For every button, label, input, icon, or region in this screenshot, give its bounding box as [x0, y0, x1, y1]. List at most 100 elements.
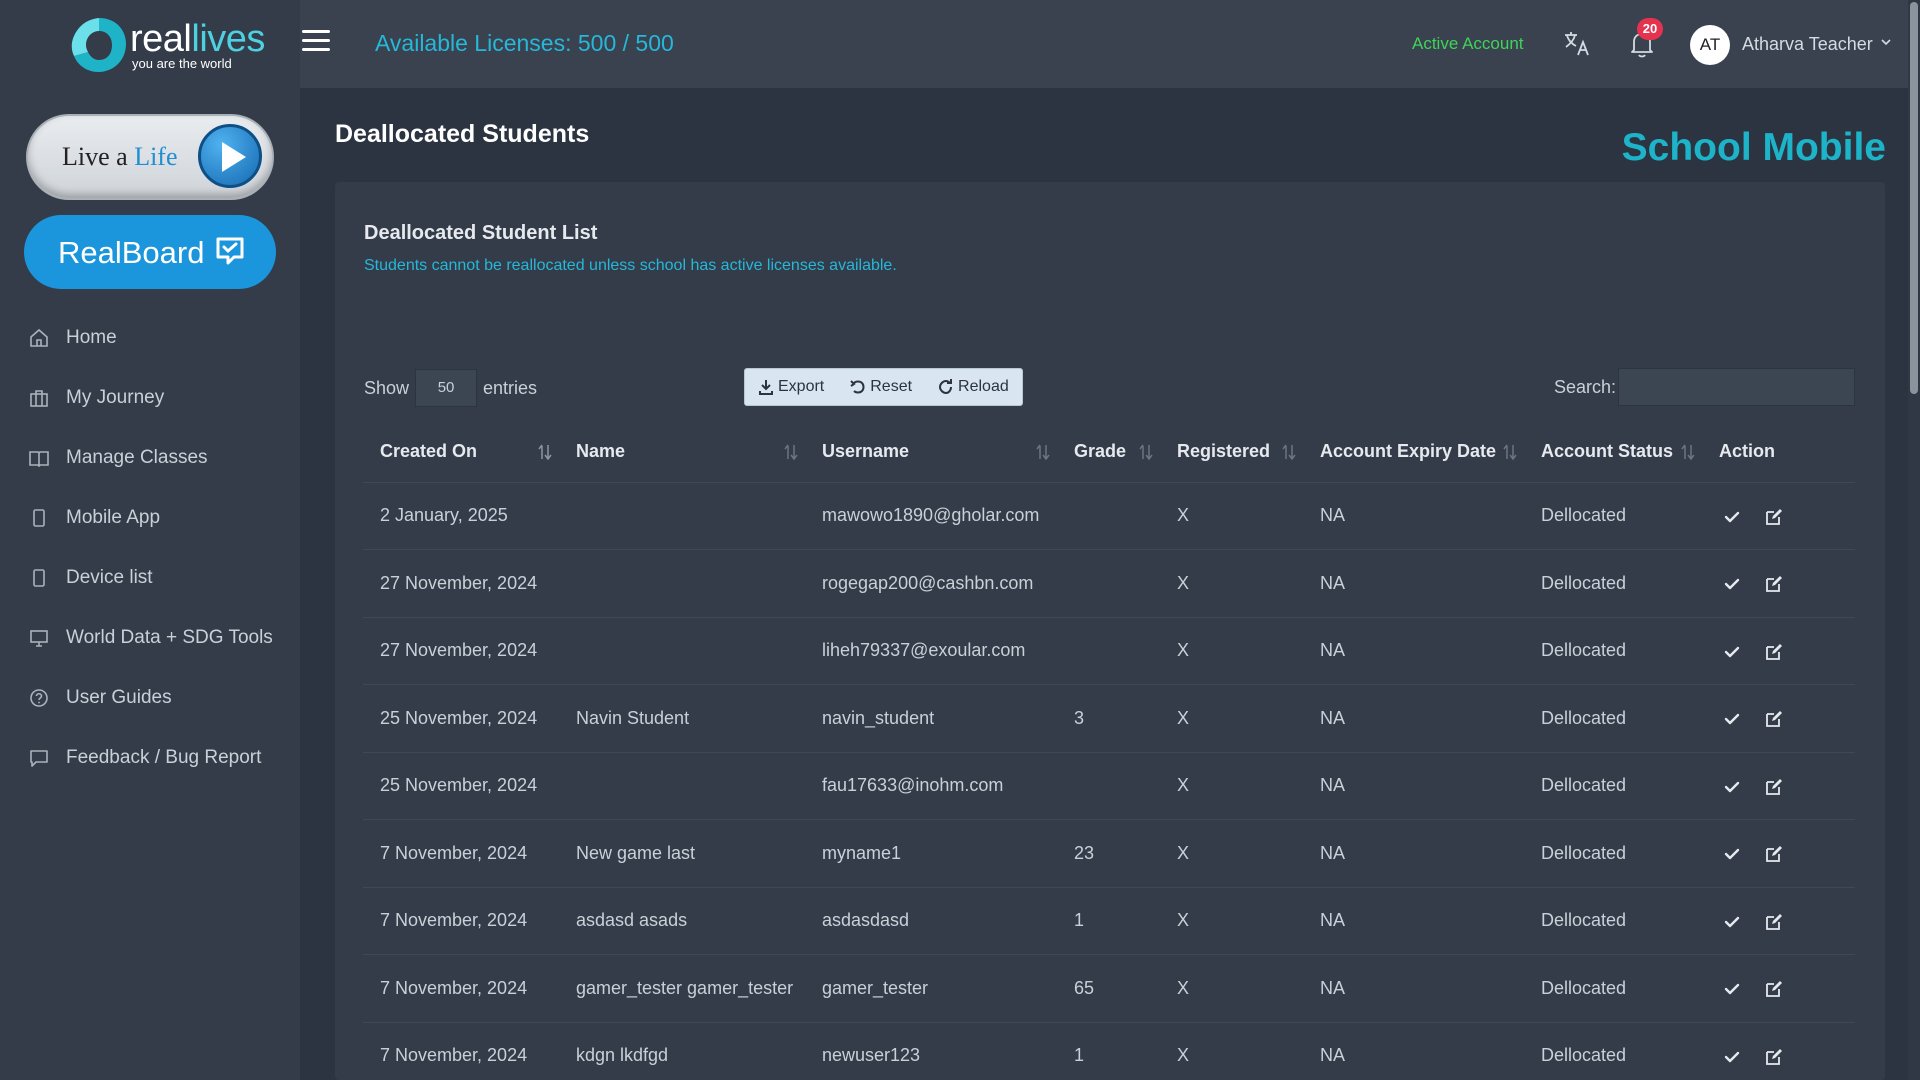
- cell-registered: X: [1160, 954, 1303, 1023]
- realboard-button[interactable]: RealBoard: [24, 215, 276, 289]
- cell-name: [559, 752, 805, 820]
- message-icon: [30, 750, 48, 767]
- reload-button[interactable]: Reload: [925, 369, 1022, 405]
- reallocate-check-icon[interactable]: [1724, 645, 1740, 659]
- export-button[interactable]: Export: [745, 369, 837, 405]
- sort-icon: [538, 444, 552, 461]
- cell-registered: X: [1160, 887, 1303, 955]
- sidebar-item-manage-classes[interactable]: Manage Classes: [0, 428, 300, 488]
- cell-account-status: Dellocated: [1524, 482, 1702, 550]
- cell-created-on: 7 November, 2024: [363, 1022, 559, 1080]
- cell-name: [559, 549, 805, 618]
- edit-icon[interactable]: [1765, 980, 1783, 998]
- cell-registered: X: [1160, 684, 1303, 753]
- sidebar-item-home[interactable]: Home: [0, 308, 300, 368]
- sidebar-item-user-guides[interactable]: User Guides: [0, 668, 300, 728]
- reallocate-check-icon[interactable]: [1724, 780, 1740, 794]
- sidebar-item-world-data[interactable]: World Data + SDG Tools: [0, 608, 300, 668]
- edit-icon[interactable]: [1765, 710, 1783, 728]
- column-header-account-status[interactable]: Account Status: [1524, 422, 1702, 483]
- cell-account-status: Dellocated: [1524, 819, 1702, 888]
- cell-username: gamer_tester: [805, 954, 1057, 1023]
- table-header-row: Created On Name Username Grade Registere…: [363, 422, 1855, 483]
- book-icon: [29, 451, 49, 468]
- edit-icon[interactable]: [1765, 913, 1783, 931]
- scrollbar-thumb[interactable]: [1910, 2, 1918, 394]
- edit-icon[interactable]: [1765, 778, 1783, 796]
- cell-account-status: Dellocated: [1524, 752, 1702, 820]
- reallocate-check-icon[interactable]: [1724, 847, 1740, 861]
- avatar[interactable]: AT: [1690, 25, 1730, 65]
- sort-icon: [784, 444, 798, 461]
- column-header-name[interactable]: Name: [559, 422, 805, 483]
- edit-icon[interactable]: [1765, 575, 1783, 593]
- cell-registered: X: [1160, 1022, 1303, 1080]
- cell-created-on: 25 November, 2024: [363, 684, 559, 753]
- cell-grade: [1057, 617, 1160, 685]
- sidebar-item-label: World Data + SDG Tools: [66, 627, 273, 648]
- column-header-account-expiry-date[interactable]: Account Expiry Date: [1303, 422, 1524, 483]
- notification-badge: 20: [1637, 18, 1663, 40]
- edit-icon[interactable]: [1765, 643, 1783, 661]
- download-icon: [759, 380, 773, 395]
- reallocate-check-icon[interactable]: [1724, 982, 1740, 996]
- table-button-group: Export Reset Reload: [744, 368, 1023, 406]
- column-header-action: Action: [1702, 422, 1855, 483]
- cell-action: [1702, 549, 1855, 618]
- cell-grade: 3: [1057, 684, 1160, 753]
- reallocate-check-icon[interactable]: [1724, 712, 1740, 726]
- sidebar-item-mobile-app[interactable]: Mobile App: [0, 488, 300, 548]
- reallocate-check-icon[interactable]: [1724, 577, 1740, 591]
- column-header-grade[interactable]: Grade: [1057, 422, 1160, 483]
- column-header-registered[interactable]: Registered: [1160, 422, 1303, 483]
- translate-icon[interactable]: [1562, 28, 1592, 58]
- cell-registered: X: [1160, 819, 1303, 888]
- sidebar-item-my-journey[interactable]: My Journey: [0, 368, 300, 428]
- reallocate-check-icon[interactable]: [1724, 915, 1740, 929]
- edit-icon[interactable]: [1765, 1048, 1783, 1066]
- realboard-icon: [216, 237, 244, 265]
- edit-icon[interactable]: [1765, 845, 1783, 863]
- table-row: 25 November, 2024 fau17633@inohm.com X N…: [363, 752, 1855, 820]
- table-row: 27 November, 2024 rogegap200@cashbn.com …: [363, 549, 1855, 618]
- sidebar-item-device-list[interactable]: Device list: [0, 548, 300, 608]
- edit-icon[interactable]: [1765, 508, 1783, 526]
- logo-mark-icon: [71, 18, 126, 72]
- cell-name: [559, 482, 805, 550]
- reallocate-check-icon[interactable]: [1724, 510, 1740, 524]
- table-row: 2 January, 2025 mawowo1890@gholar.com X …: [363, 482, 1855, 550]
- sort-icon: [1139, 444, 1153, 461]
- user-name[interactable]: Atharva Teacher: [1742, 34, 1873, 55]
- column-header-username[interactable]: Username: [805, 422, 1057, 483]
- cell-action: [1702, 819, 1855, 888]
- cell-grade: 1: [1057, 887, 1160, 955]
- mobile-icon: [33, 509, 45, 527]
- sort-icon: [1681, 444, 1695, 461]
- page-scrollbar[interactable]: [1908, 0, 1920, 1080]
- cell-name: New game last: [559, 819, 805, 888]
- reallocate-check-icon[interactable]: [1724, 1050, 1740, 1064]
- sidebar-item-feedback[interactable]: Feedback / Bug Report: [0, 728, 300, 788]
- cell-grade: [1057, 752, 1160, 820]
- sidebar-item-label: User Guides: [66, 687, 172, 708]
- cell-created-on: 7 November, 2024: [363, 819, 559, 888]
- logo-wordmark: reallives: [130, 18, 265, 60]
- live-a-life-button[interactable]: Live a Life: [26, 114, 274, 200]
- cell-account-status: Dellocated: [1524, 954, 1702, 1023]
- column-header-created-on[interactable]: Created On: [363, 422, 559, 483]
- cell-username: liheh79337@exoular.com: [805, 617, 1057, 685]
- active-account-status: Active Account: [1412, 34, 1524, 53]
- cell-account-expiry: NA: [1303, 819, 1524, 888]
- chevron-down-icon[interactable]: [1880, 38, 1892, 46]
- sort-icon: [1282, 444, 1296, 461]
- search-input[interactable]: [1618, 368, 1855, 406]
- reset-button[interactable]: Reset: [837, 369, 925, 405]
- cell-name: asdasd asads: [559, 887, 805, 955]
- undo-icon: [850, 380, 865, 394]
- cell-username: newuser123: [805, 1022, 1057, 1080]
- entries-select[interactable]: 50: [415, 369, 478, 407]
- menu-toggle-icon[interactable]: [302, 30, 330, 54]
- sidebar-item-label: Manage Classes: [66, 447, 208, 468]
- cell-name: kdgn lkdfgd: [559, 1022, 805, 1080]
- reallives-logo[interactable]: reallives you are the world: [68, 14, 265, 76]
